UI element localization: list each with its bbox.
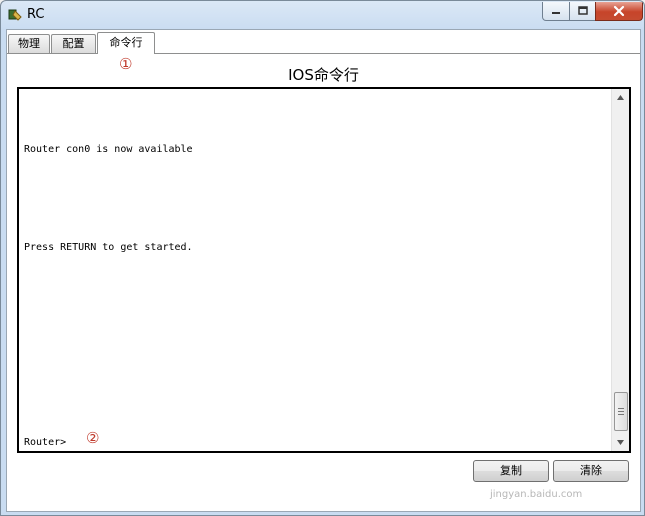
vertical-scrollbar[interactable] [611,89,629,451]
terminal-prompt[interactable]: Router> [24,437,66,448]
close-button[interactable] [595,2,643,21]
client-area: 物理 配置 命令行 ① IOS命令行 Router con0 is now av… [6,29,641,512]
scroll-down-button[interactable] [612,434,629,451]
terminal-line: Press RETURN to get started. [24,242,193,253]
window-title: RC [27,7,45,22]
title-bar[interactable]: RC [1,1,644,29]
clear-button[interactable]: 清除 [553,460,629,482]
tab-config[interactable]: 配置 [51,34,96,53]
watermark-text: jingyan.baidu.com [490,489,583,500]
annotation-marker-2: ② [86,429,100,447]
panel-title: IOS命令行 [288,66,359,84]
terminal-line: Router con0 is now available [24,144,193,155]
tab-bar: 物理 配置 命令行 [7,32,640,55]
app-icon [7,7,23,23]
maximize-button[interactable] [569,2,596,21]
close-icon [613,5,625,17]
tab-cli[interactable]: 命令行 [97,32,155,54]
minimize-icon [552,12,560,14]
app-window: RC 物理 配置 命令行 ① IOS命令行 Router con0 is now… [0,0,645,516]
maximize-icon [577,6,588,15]
terminal-console[interactable]: Router con0 is now available Press RETUR… [17,87,631,453]
terminal-output: Router con0 is now available Press RETUR… [24,89,604,451]
scroll-thumb[interactable] [614,392,628,431]
arrow-down-icon [617,440,624,445]
tab-physical[interactable]: 物理 [8,34,50,53]
minimize-button[interactable] [542,2,570,21]
arrow-up-icon [617,95,624,100]
scroll-up-button[interactable] [612,89,629,106]
copy-button[interactable]: 复制 [473,460,549,482]
